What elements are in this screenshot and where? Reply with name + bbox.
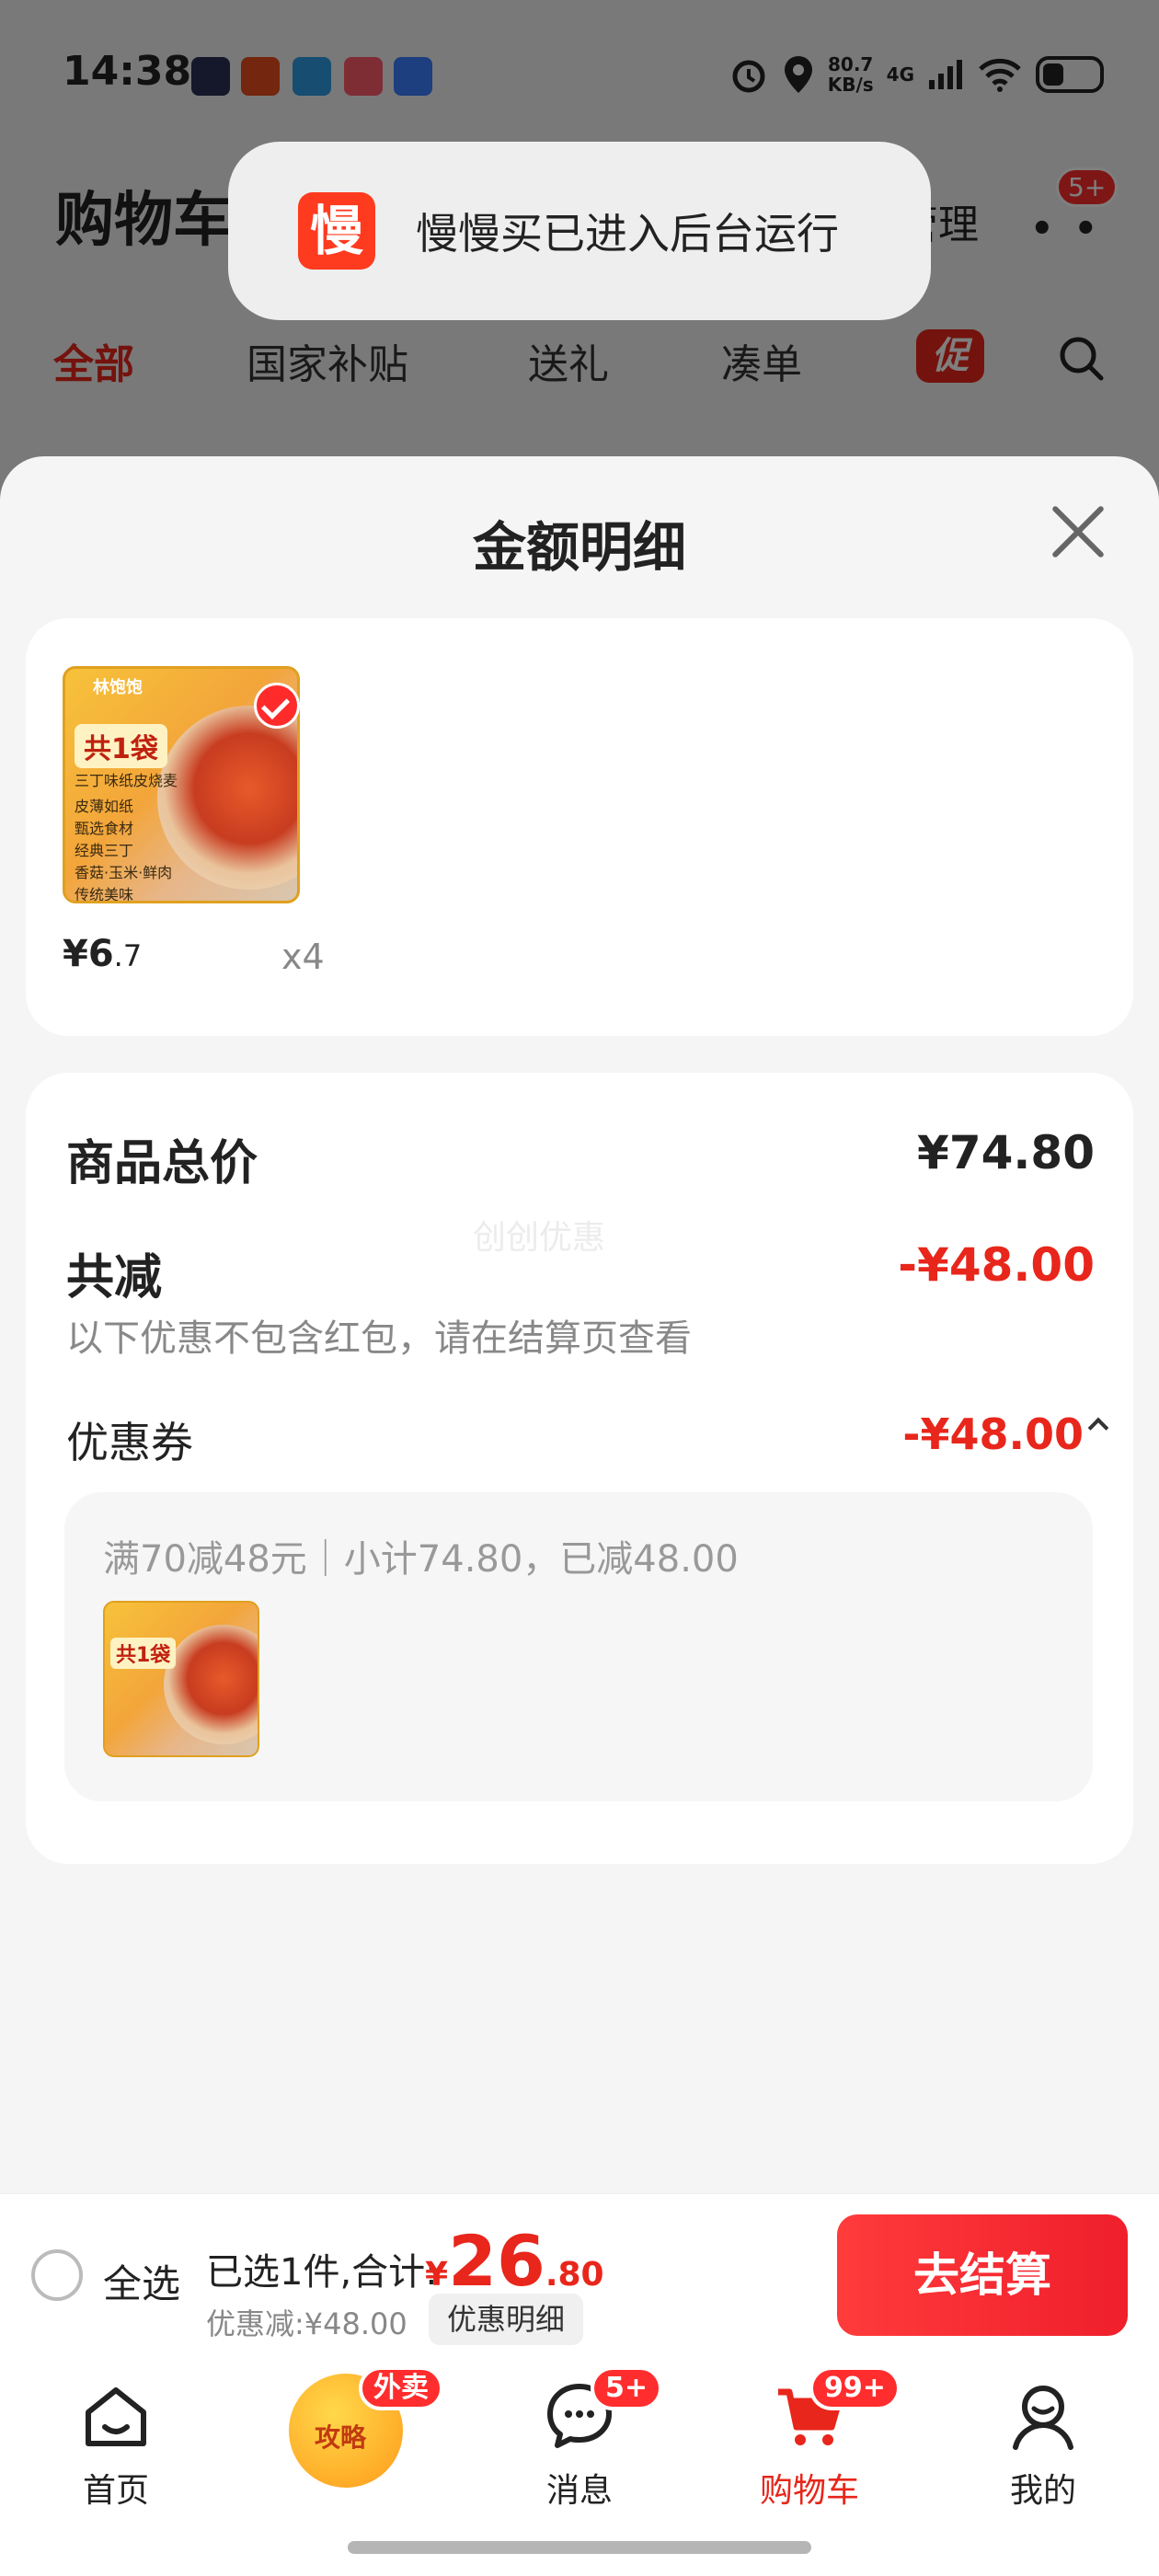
coupon-product-thumbnail[interactable]: 共1袋 <box>103 1601 259 1757</box>
background-run-toast: 慢 慢慢买已进入后台运行 <box>228 142 931 320</box>
home-icon <box>86 2387 146 2446</box>
toast-text: 慢慢买已进入后台运行 <box>416 209 839 259</box>
price-summary-card: 商品总价 ¥74.80 创创优惠 共减 -¥48.00 以下优惠不包含红包，请在… <box>26 1073 1133 1864</box>
sheet-title: 金额明细 <box>472 516 686 579</box>
checkout-button[interactable]: 去结算 <box>837 2214 1128 2336</box>
reduce-label: 共减 <box>66 1250 163 1305</box>
total-price-label: 商品总价 <box>66 1136 258 1191</box>
guide-badge: 外卖 <box>359 2366 443 2410</box>
manmanmai-logo-icon: 慢 <box>298 192 375 270</box>
total-price-value: ¥74.80 <box>917 1126 1095 1179</box>
discount-detail-button[interactable]: 优惠明细 <box>429 2294 584 2345</box>
reduce-note: 以下优惠不包含红包，请在结算页查看 <box>66 1317 692 1360</box>
product-card: 林饱饱 共1袋 三丁味纸皮烧麦 皮薄如纸 甄选食材 经典三丁 香菇·玉米·鲜肉 … <box>26 618 1133 1036</box>
coupon-description: 满70减48元｜小计74.80，已减48.00 <box>103 1538 739 1581</box>
product-price: ¥6.7 <box>63 933 143 975</box>
chevron-up-icon[interactable] <box>1087 1417 1109 1439</box>
selected-check-icon[interactable] <box>254 683 300 729</box>
discount-amount: 优惠减:¥48.00 <box>206 2306 407 2341</box>
close-icon[interactable] <box>1049 502 1107 561</box>
cart-badge: 99+ <box>809 2366 901 2410</box>
home-indicator[interactable] <box>348 2541 811 2554</box>
select-all-label[interactable]: 全选 <box>103 2253 180 2309</box>
coupon-detail-box: 满70减48元｜小计74.80，已减48.00 共1袋 <box>64 1492 1093 1801</box>
product-quantity: x4 <box>281 937 325 977</box>
person-icon <box>1013 2386 1073 2450</box>
tab-mine[interactable]: 我的 <box>951 2357 1135 2541</box>
amount-detail-sheet: 金额明细 林饱饱 共1袋 三丁味纸皮烧麦 皮薄如纸 甄选食材 经典三丁 香菇·玉… <box>0 456 1159 2195</box>
select-all-radio[interactable] <box>31 2249 83 2301</box>
coupon-value[interactable]: -¥48.00 <box>902 1409 1084 1459</box>
watermark: 创创优惠 <box>473 1219 606 1257</box>
coupon-label: 优惠券 <box>66 1418 193 1467</box>
reduce-value: -¥48.00 <box>898 1238 1095 1292</box>
checkout-bar: 全选 已选1件,合计: ¥26.80 优惠减:¥48.00 优惠明细 去结算 <box>0 2193 1159 2357</box>
tab-home[interactable]: 首页 <box>24 2357 208 2541</box>
selected-count: 已选1件,合计: <box>206 2251 438 2294</box>
messages-badge: 5+ <box>591 2366 663 2410</box>
total-amount: ¥26.80 <box>425 2220 604 2302</box>
shaomai-food-image <box>157 706 297 890</box>
